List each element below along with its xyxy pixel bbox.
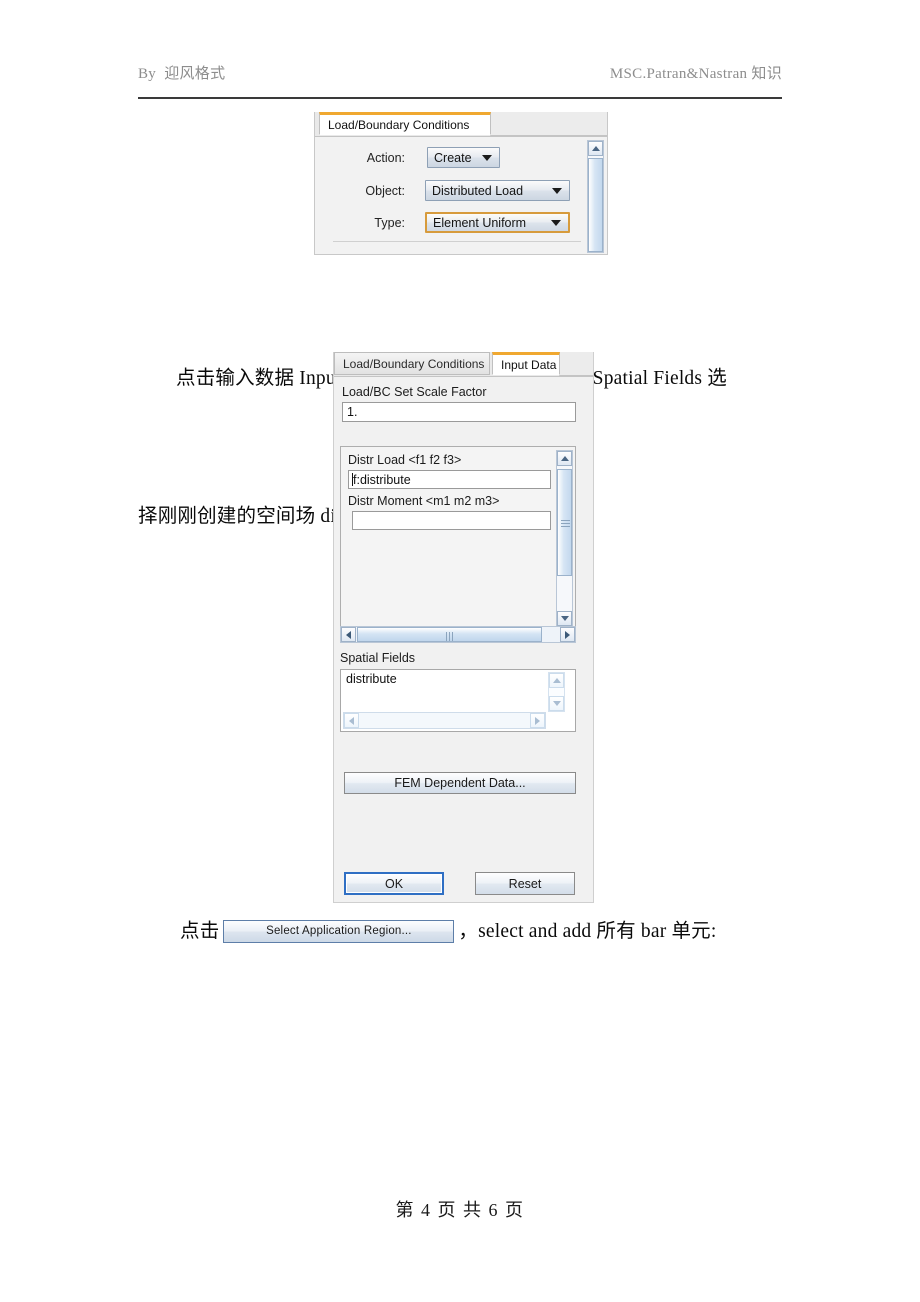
scale-factor-label: Load/BC Set Scale Factor xyxy=(342,385,487,399)
spatial-fields-label: Spatial Fields xyxy=(340,651,416,665)
scrollbar-grip-icon xyxy=(446,632,453,641)
distr-load-input[interactable]: f:distribute xyxy=(348,470,551,489)
scroll-right-button[interactable] xyxy=(560,627,575,642)
distr-load-horizontal-scrollbar[interactable] xyxy=(340,626,576,643)
chevron-up-icon xyxy=(560,456,569,461)
object-dropdown-value: Distributed Load xyxy=(432,183,524,198)
scrollbar-thumb[interactable] xyxy=(357,627,542,642)
ok-button[interactable]: OK xyxy=(344,872,444,895)
chevron-down-icon xyxy=(552,701,561,706)
tab-load-boundary-conditions-label: Load/Boundary Conditions xyxy=(343,357,485,371)
dialog-input-tabstrip: Load/Boundary Conditions Input Data xyxy=(334,352,593,377)
page-header-right: MSC.Patran&Nastran 知识 xyxy=(609,66,782,82)
input-data-dialog: Load/Boundary Conditions Input Data Load… xyxy=(333,352,594,903)
object-label: Object: xyxy=(365,183,405,198)
chevron-down-icon xyxy=(551,219,561,226)
scroll-left-button[interactable] xyxy=(341,627,356,642)
chevron-left-icon xyxy=(349,716,354,725)
distr-load-group: Distr Load <f1 f2 f3> f:distribute Distr… xyxy=(340,446,576,638)
action-label: Action: xyxy=(366,150,405,165)
paragraph-2-prefix: 点击 xyxy=(180,920,220,942)
chevron-down-icon xyxy=(560,616,569,621)
scroll-down-button[interactable] xyxy=(549,696,564,711)
scale-factor-value: 1. xyxy=(347,405,358,419)
tab-input-data[interactable]: Input Data xyxy=(492,352,560,375)
page-footer: 第 4 页 共 6 页 xyxy=(395,1200,525,1220)
tabstrip-filler xyxy=(559,352,593,376)
header-divider xyxy=(138,97,782,99)
distr-load-value: f:distribute xyxy=(353,472,411,487)
scrollbar-grip-icon xyxy=(561,520,570,527)
type-label: Type: xyxy=(374,215,405,230)
paragraph-select-application-region: 点击 Select Application Region... ，select … xyxy=(180,920,717,943)
tab-load-boundary-conditions-label: Load/Boundary Conditions xyxy=(328,118,470,132)
action-dropdown[interactable]: Create xyxy=(427,147,500,168)
paragraph-2-suffix: ，select and add 所有 bar 单元: xyxy=(458,920,717,942)
type-dropdown-value: Element Uniform xyxy=(433,215,527,230)
scale-factor-input[interactable]: 1. xyxy=(342,402,576,422)
scroll-up-button[interactable] xyxy=(557,451,572,466)
scroll-down-button[interactable] xyxy=(557,611,572,626)
select-application-region-label: Select Application Region... xyxy=(266,924,412,937)
select-application-region-button[interactable]: Select Application Region... xyxy=(223,920,455,943)
chevron-up-icon xyxy=(591,146,600,151)
object-dropdown[interactable]: Distributed Load xyxy=(425,180,570,201)
distr-moment-label: Distr Moment <m1 m2 m3> xyxy=(348,494,500,508)
tab-input-data-label: Input Data xyxy=(501,358,557,372)
dialog-lbc-vertical-scrollbar[interactable] xyxy=(587,140,604,253)
scrollbar-thumb[interactable] xyxy=(557,469,572,576)
spatial-fields-horizontal-scrollbar[interactable] xyxy=(343,712,546,729)
spatial-fields-vertical-scrollbar[interactable] xyxy=(548,672,565,712)
dialog-lbc-separator xyxy=(333,241,581,242)
spatial-fields-listbox[interactable]: distribute xyxy=(340,669,576,732)
reset-button-label: Reset xyxy=(508,876,542,891)
row-object: Object: Distributed Load xyxy=(333,180,588,201)
chevron-up-icon xyxy=(552,678,561,683)
page-header-left: By 迎风格式 xyxy=(138,66,226,82)
tab-load-boundary-conditions[interactable]: Load/Boundary Conditions xyxy=(319,112,491,135)
distr-load-vertical-scrollbar[interactable] xyxy=(556,450,573,627)
load-boundary-conditions-dialog: Load/Boundary Conditions Action: Create … xyxy=(314,112,608,255)
distr-load-label: Distr Load <f1 f2 f3> xyxy=(348,453,462,467)
tabstrip-filler xyxy=(490,112,607,136)
scroll-left-button[interactable] xyxy=(344,713,359,728)
type-dropdown[interactable]: Element Uniform xyxy=(425,212,570,233)
row-type: Type: Element Uniform xyxy=(333,212,588,233)
row-action: Action: Create xyxy=(333,147,588,168)
chevron-down-icon xyxy=(552,187,562,194)
dialog-lbc-tabstrip: Load/Boundary Conditions xyxy=(315,112,607,137)
action-dropdown-value: Create xyxy=(434,150,472,165)
tab-load-boundary-conditions[interactable]: Load/Boundary Conditions xyxy=(334,352,490,375)
scroll-up-button[interactable] xyxy=(549,673,564,688)
ok-button-label: OK xyxy=(384,876,404,891)
scrollbar-thumb[interactable] xyxy=(588,158,603,252)
list-item[interactable]: distribute xyxy=(341,670,575,686)
fem-dependent-data-button[interactable]: FEM Dependent Data... xyxy=(344,772,576,794)
scroll-up-button[interactable] xyxy=(588,141,603,156)
distr-moment-input[interactable] xyxy=(352,511,551,530)
chevron-left-icon xyxy=(346,630,351,639)
reset-button[interactable]: Reset xyxy=(475,872,575,895)
chevron-right-icon xyxy=(535,716,540,725)
scroll-right-button[interactable] xyxy=(530,713,545,728)
page-header: By 迎风格式 MSC.Patran&Nastran 知识 xyxy=(138,62,782,92)
fem-dependent-data-label: FEM Dependent Data... xyxy=(394,776,526,790)
chevron-down-icon xyxy=(482,154,492,161)
chevron-right-icon xyxy=(565,630,570,639)
